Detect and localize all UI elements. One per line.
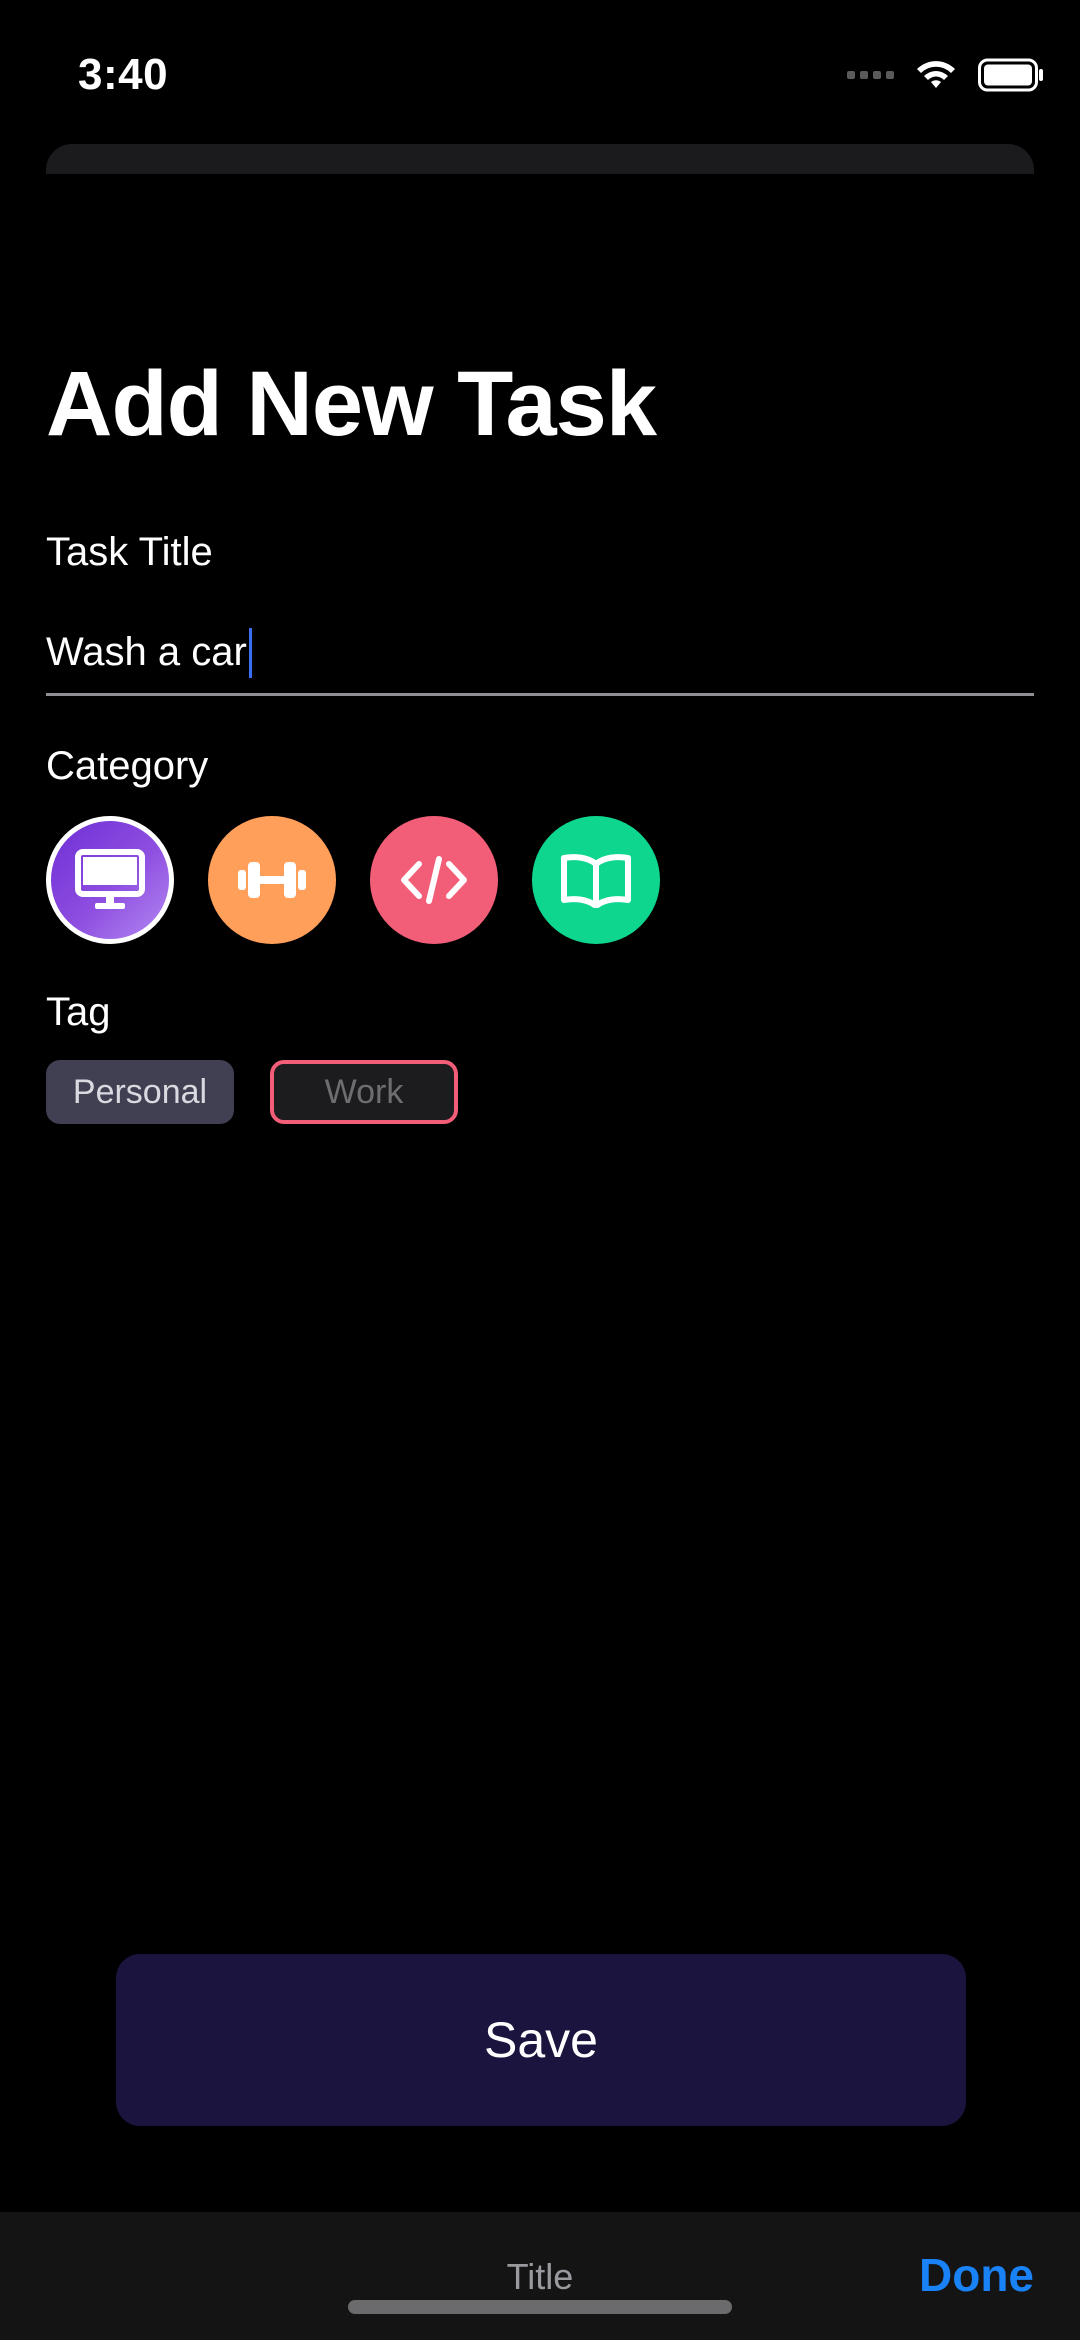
category-label: Category [46,744,209,788]
monitor-icon [75,849,145,909]
home-indicator [348,2300,732,2314]
category-reading-button[interactable] [532,816,660,944]
task-title-value: Wash a car [46,630,247,674]
tag-personal-button[interactable]: Personal [46,1060,234,1124]
tag-work-button[interactable]: Work [270,1060,458,1124]
status-time: 3:40 [78,50,169,99]
signal-icon [847,71,894,79]
done-button[interactable]: Done [919,2248,1034,2302]
sheet-top-edge [46,144,1034,174]
tag-label: Tag [46,990,111,1034]
text-caret [248,627,252,678]
category-options [46,816,660,944]
add-task-screen: 3:40 Add New Task Task Title Wash a car … [0,0,1080,2340]
toolbar-title: Title [506,2256,574,2297]
category-fitness-button[interactable] [208,816,336,944]
dumbbell-icon [238,862,306,898]
page-title: Add New Task [46,353,657,455]
wifi-icon [917,61,955,88]
task-title-input[interactable]: Wash a car [46,612,1034,696]
keyboard-toolbar: Title Done [0,2212,1080,2340]
save-button[interactable]: Save [116,1954,966,2126]
category-computer-button[interactable] [46,816,174,944]
battery-icon [978,58,1043,92]
book-icon [561,854,631,908]
code-icon [401,856,467,904]
tag-options: Personal Work [46,1060,458,1124]
task-title-label: Task Title [46,530,213,574]
category-code-button[interactable] [370,816,498,944]
status-icons [847,58,1044,92]
